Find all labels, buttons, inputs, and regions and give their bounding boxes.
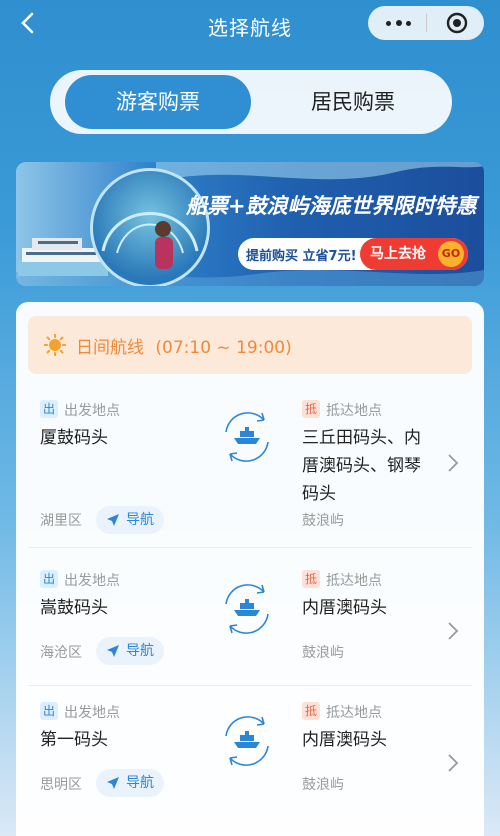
day-route-hours: (07:10 ~ 19:00)	[155, 338, 292, 358]
depart-district: 思明区	[40, 777, 82, 793]
arrive-port-line: 厝澳码头、钢琴	[302, 456, 421, 476]
depart-district: 海沧区	[40, 645, 82, 661]
tab-tourist[interactable]: 游客购票	[65, 75, 251, 129]
banner-cta[interactable]: 提前购买 立省7元! 马上去抢 GO	[238, 238, 468, 270]
arrive-port-line: 内厝澳码头	[302, 730, 387, 750]
arrive-district: 鼓浪屿	[302, 645, 344, 661]
chevron-right-icon[interactable]	[446, 752, 460, 774]
depart-label: 出发地点	[64, 403, 120, 419]
grab-now-button[interactable]: 马上去抢 GO	[360, 238, 468, 270]
mini-program-capsule	[368, 6, 484, 40]
grab-now-label: 马上去抢	[370, 246, 426, 262]
navigation-arrow-icon	[107, 645, 119, 657]
navigate-button[interactable]: 导航	[96, 637, 164, 665]
ticket-type-tabs: 游客购票 居民购票	[50, 70, 452, 134]
go-badge: GO	[438, 241, 464, 267]
depart-port: 第一码头	[40, 730, 108, 750]
navigation-arrow-icon	[107, 777, 119, 789]
arrive-label: 抵达地点	[326, 705, 382, 721]
arrive-port-line: 三丘田码头、内	[302, 428, 421, 448]
promo-banner[interactable]: 船票+鼓浪屿海底世界限时特惠 提前购买 立省7元! 马上去抢 GO	[16, 162, 484, 286]
ferry-route-icon	[225, 716, 269, 766]
ferry-route-icon	[225, 412, 269, 462]
banner-subtext: 提前购买 立省7元!	[246, 249, 357, 264]
depart-tag: 出	[40, 570, 58, 588]
aquarium-image	[90, 168, 210, 286]
arrive-label: 抵达地点	[326, 573, 382, 589]
divider	[28, 685, 472, 686]
arrive-port: 三丘田码头、内 厝澳码头、钢琴 码头	[302, 424, 421, 508]
banner-headline: 船票+鼓浪屿海底世界限时特惠	[186, 194, 477, 218]
navigate-label: 导航	[126, 512, 154, 528]
route-row[interactable]: 出 出发地点 厦鼓码头 湖里区 导航 抵 抵达地点 三丘田码头、内 厝澳码头、钢…	[16, 394, 484, 548]
day-route-title: 日间航线	[76, 338, 144, 358]
day-route-header: 日间航线 (07:10 ~ 19:00)	[28, 316, 472, 374]
divider	[28, 547, 472, 548]
arrive-label: 抵达地点	[326, 403, 382, 419]
navigate-button[interactable]: 导航	[96, 769, 164, 797]
capsule-divider	[426, 14, 427, 32]
sun-icon	[44, 334, 66, 356]
navigate-button[interactable]: 导航	[96, 506, 164, 534]
route-row[interactable]: 出 出发地点 嵩鼓码头 海沧区 导航 抵 抵达地点 内厝澳码头 鼓浪屿	[16, 566, 484, 686]
arrive-port: 内厝澳码头	[302, 594, 387, 622]
navigation-arrow-icon	[107, 514, 119, 526]
tab-resident[interactable]: 居民购票	[260, 75, 446, 129]
top-bar: 选择航线	[0, 0, 500, 50]
depart-district: 湖里区	[40, 513, 82, 529]
chevron-right-icon[interactable]	[446, 620, 460, 642]
navigate-label: 导航	[126, 775, 154, 791]
day-route-label: 日间航线 (07:10 ~ 19:00)	[76, 333, 292, 358]
ferry-route-icon	[225, 584, 269, 634]
depart-port: 厦鼓码头	[40, 428, 108, 448]
arrive-port-line: 内厝澳码头	[302, 598, 387, 618]
depart-label: 出发地点	[64, 705, 120, 721]
navigate-label: 导航	[126, 643, 154, 659]
arrive-tag: 抵	[302, 702, 320, 720]
chevron-right-icon[interactable]	[446, 452, 460, 474]
route-card: 日间航线 (07:10 ~ 19:00) 出 出发地点 厦鼓码头 湖里区 导航 …	[16, 302, 484, 836]
arrive-district: 鼓浪屿	[302, 513, 344, 529]
arrive-tag: 抵	[302, 570, 320, 588]
depart-tag: 出	[40, 400, 58, 418]
depart-tag: 出	[40, 702, 58, 720]
arrive-tag: 抵	[302, 400, 320, 418]
depart-label: 出发地点	[64, 573, 120, 589]
arrive-port: 内厝澳码头	[302, 726, 387, 754]
route-row[interactable]: 出 出发地点 第一码头 思明区 导航 抵 抵达地点 内厝澳码头 鼓浪屿	[16, 698, 484, 818]
more-dots-icon[interactable]	[386, 14, 412, 32]
target-icon[interactable]	[446, 12, 468, 34]
arrive-district: 鼓浪屿	[302, 777, 344, 793]
depart-port: 嵩鼓码头	[40, 598, 108, 618]
arrive-port-line: 码头	[302, 484, 336, 504]
